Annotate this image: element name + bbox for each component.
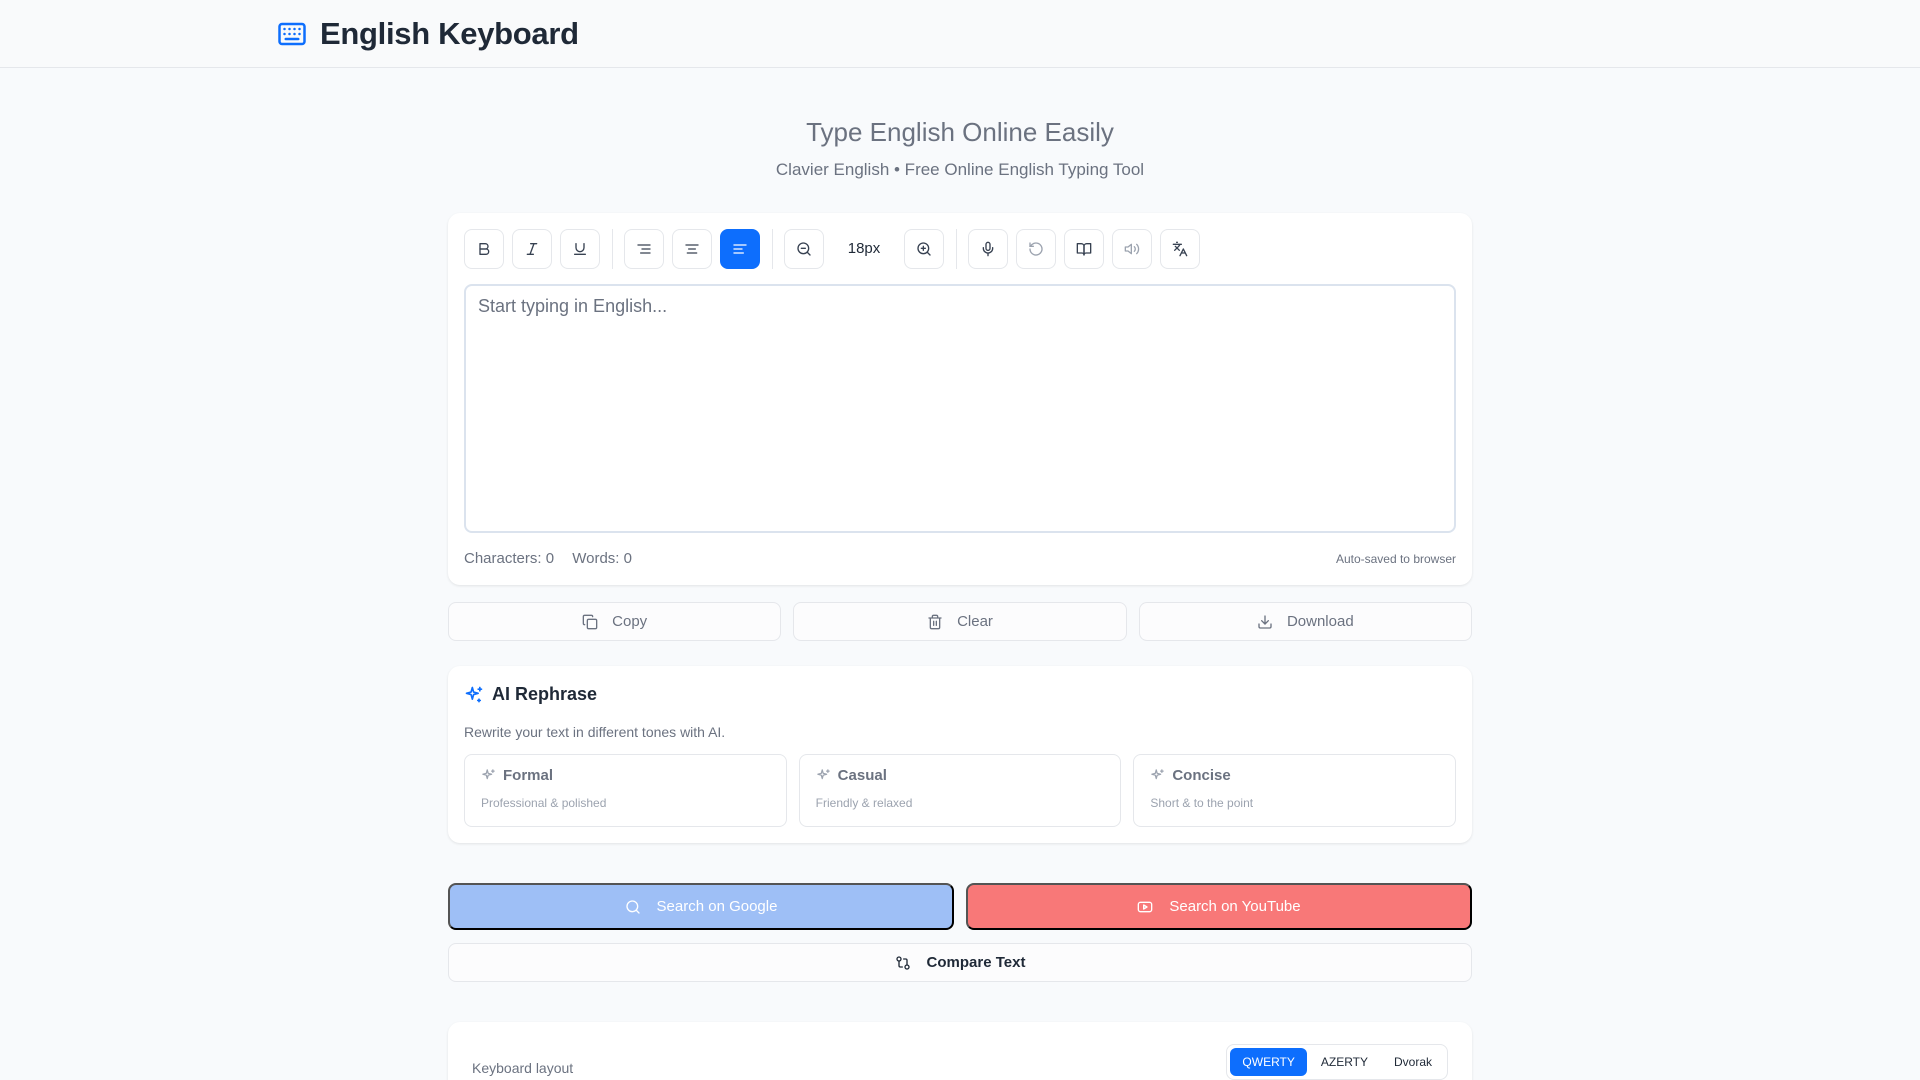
- editor-footer: Characters: 0 Words: 0 Auto-saved to bro…: [464, 550, 1456, 567]
- tone-concise-button[interactable]: Concise Short & to the point: [1133, 754, 1457, 827]
- download-label: Download: [1286, 613, 1354, 630]
- layout-toggle: QWERTY AZERTY Dvorak: [1226, 1044, 1448, 1080]
- app-title: English Keyboard: [320, 15, 579, 51]
- undo-button[interactable]: [1016, 228, 1056, 269]
- toolbar-divider: [612, 228, 613, 269]
- tone-name: Casual: [837, 767, 887, 784]
- align-center-icon: [685, 243, 699, 254]
- bold-icon: [479, 242, 490, 255]
- editor-actions: Copy Clear Download: [448, 602, 1472, 641]
- tone-name: Formal: [503, 767, 554, 784]
- text-counts: Characters: 0 Words: 0: [464, 550, 646, 567]
- search-icon: [625, 899, 640, 914]
- align-left-icon: [733, 243, 747, 254]
- youtube-icon: [1138, 901, 1153, 912]
- main-container: 18px Characters: 0: [448, 213, 1472, 1080]
- keyboard-layout-label: Keyboard layout: [472, 1060, 574, 1076]
- trash-icon: [928, 614, 942, 629]
- keyboard-icon: [277, 19, 307, 49]
- text-editor[interactable]: [464, 284, 1456, 533]
- align-left-button[interactable]: [720, 228, 760, 269]
- tone-description: Professional & polished: [481, 796, 607, 810]
- tone-description: Friendly & relaxed: [815, 796, 913, 810]
- tone-casual-button[interactable]: Casual Friendly & relaxed: [798, 754, 1122, 827]
- autosave-status: Auto-saved to browser: [1335, 551, 1456, 566]
- speak-button[interactable]: [1112, 228, 1152, 269]
- search-google-button[interactable]: Search on Google: [448, 883, 954, 930]
- microphone-icon: [982, 241, 994, 256]
- undo-icon: [1029, 241, 1043, 256]
- hero-title: Type English Online Easily: [806, 117, 1114, 147]
- dictionary-button[interactable]: [1064, 228, 1104, 269]
- copy-icon: [582, 614, 598, 629]
- italic-icon: [526, 242, 538, 255]
- layout-azerty[interactable]: AZERTY: [1309, 1048, 1380, 1076]
- copy-button[interactable]: Copy: [448, 602, 782, 641]
- layout-qwerty[interactable]: QWERTY: [1230, 1048, 1307, 1076]
- bold-button[interactable]: [464, 228, 504, 269]
- word-count: Words: 0: [572, 550, 632, 567]
- search-actions: Search on Google Search on YouTube: [448, 883, 1472, 930]
- hero-subtitle: Clavier English • Free Online English Ty…: [775, 160, 1145, 179]
- book-open-icon: [1076, 242, 1092, 256]
- keyboard-card: Keyboard layout QWERTY AZERTY Dvorak: [448, 1022, 1472, 1080]
- search-google-label: Search on Google: [656, 898, 778, 915]
- hero: Type English Online Easily Clavier Engli…: [0, 117, 1920, 180]
- compare-label: Compare Text: [926, 954, 1026, 971]
- translate-button[interactable]: [1160, 228, 1200, 269]
- tone-description: Short & to the point: [1150, 796, 1254, 810]
- search-youtube-button[interactable]: Search on YouTube: [966, 883, 1472, 930]
- align-right-icon: [637, 243, 651, 254]
- layout-dvorak[interactable]: Dvorak: [1382, 1048, 1444, 1076]
- underline-icon: [574, 242, 586, 255]
- copy-label: Copy: [612, 613, 648, 630]
- align-right-button[interactable]: [624, 228, 664, 269]
- translate-icon: [1172, 241, 1188, 256]
- character-count: Characters: 0: [464, 550, 555, 567]
- rephrase-description: Rewrite your text in different tones wit…: [464, 724, 726, 740]
- download-button[interactable]: Download: [1138, 602, 1472, 641]
- underline-button[interactable]: [560, 228, 600, 269]
- sparkles-icon: [1151, 769, 1165, 780]
- italic-button[interactable]: [512, 228, 552, 269]
- tone-name: Concise: [1172, 767, 1231, 784]
- compare-text-button[interactable]: Compare Text: [448, 943, 1472, 982]
- zoom-out-icon: [797, 241, 811, 256]
- zoom-in-button[interactable]: [904, 228, 944, 269]
- sparkles-icon: [482, 769, 495, 780]
- sparkles-icon: [465, 686, 483, 702]
- zoom-out-button[interactable]: [784, 228, 824, 269]
- zoom-in-icon: [917, 241, 931, 256]
- compare-icon: [895, 955, 910, 970]
- ai-rephrase-card: AI Rephrase Rewrite your text in differe…: [448, 666, 1472, 843]
- sparkles-icon: [816, 769, 830, 780]
- clear-label: Clear: [957, 613, 993, 630]
- rephrase-header: AI Rephrase: [464, 684, 1456, 705]
- toolbar-divider: [956, 228, 957, 269]
- editor-toolbar: 18px: [464, 228, 1456, 269]
- tone-options: Formal Professional & polished Casual Fr…: [464, 754, 1457, 827]
- microphone-button[interactable]: [968, 228, 1008, 269]
- app-header: English Keyboard: [0, 0, 1920, 68]
- align-center-button[interactable]: [672, 228, 712, 269]
- clear-button[interactable]: Clear: [793, 602, 1127, 641]
- download-icon: [1258, 614, 1272, 629]
- editor-card: 18px Characters: 0: [448, 213, 1472, 585]
- search-youtube-label: Search on YouTube: [1169, 898, 1301, 915]
- toolbar-divider: [772, 228, 773, 269]
- font-size-value: 18px: [847, 240, 881, 257]
- tone-formal-button[interactable]: Formal Professional & polished: [464, 754, 787, 827]
- speaker-icon: [1124, 243, 1140, 254]
- rephrase-title: AI Rephrase: [492, 684, 598, 704]
